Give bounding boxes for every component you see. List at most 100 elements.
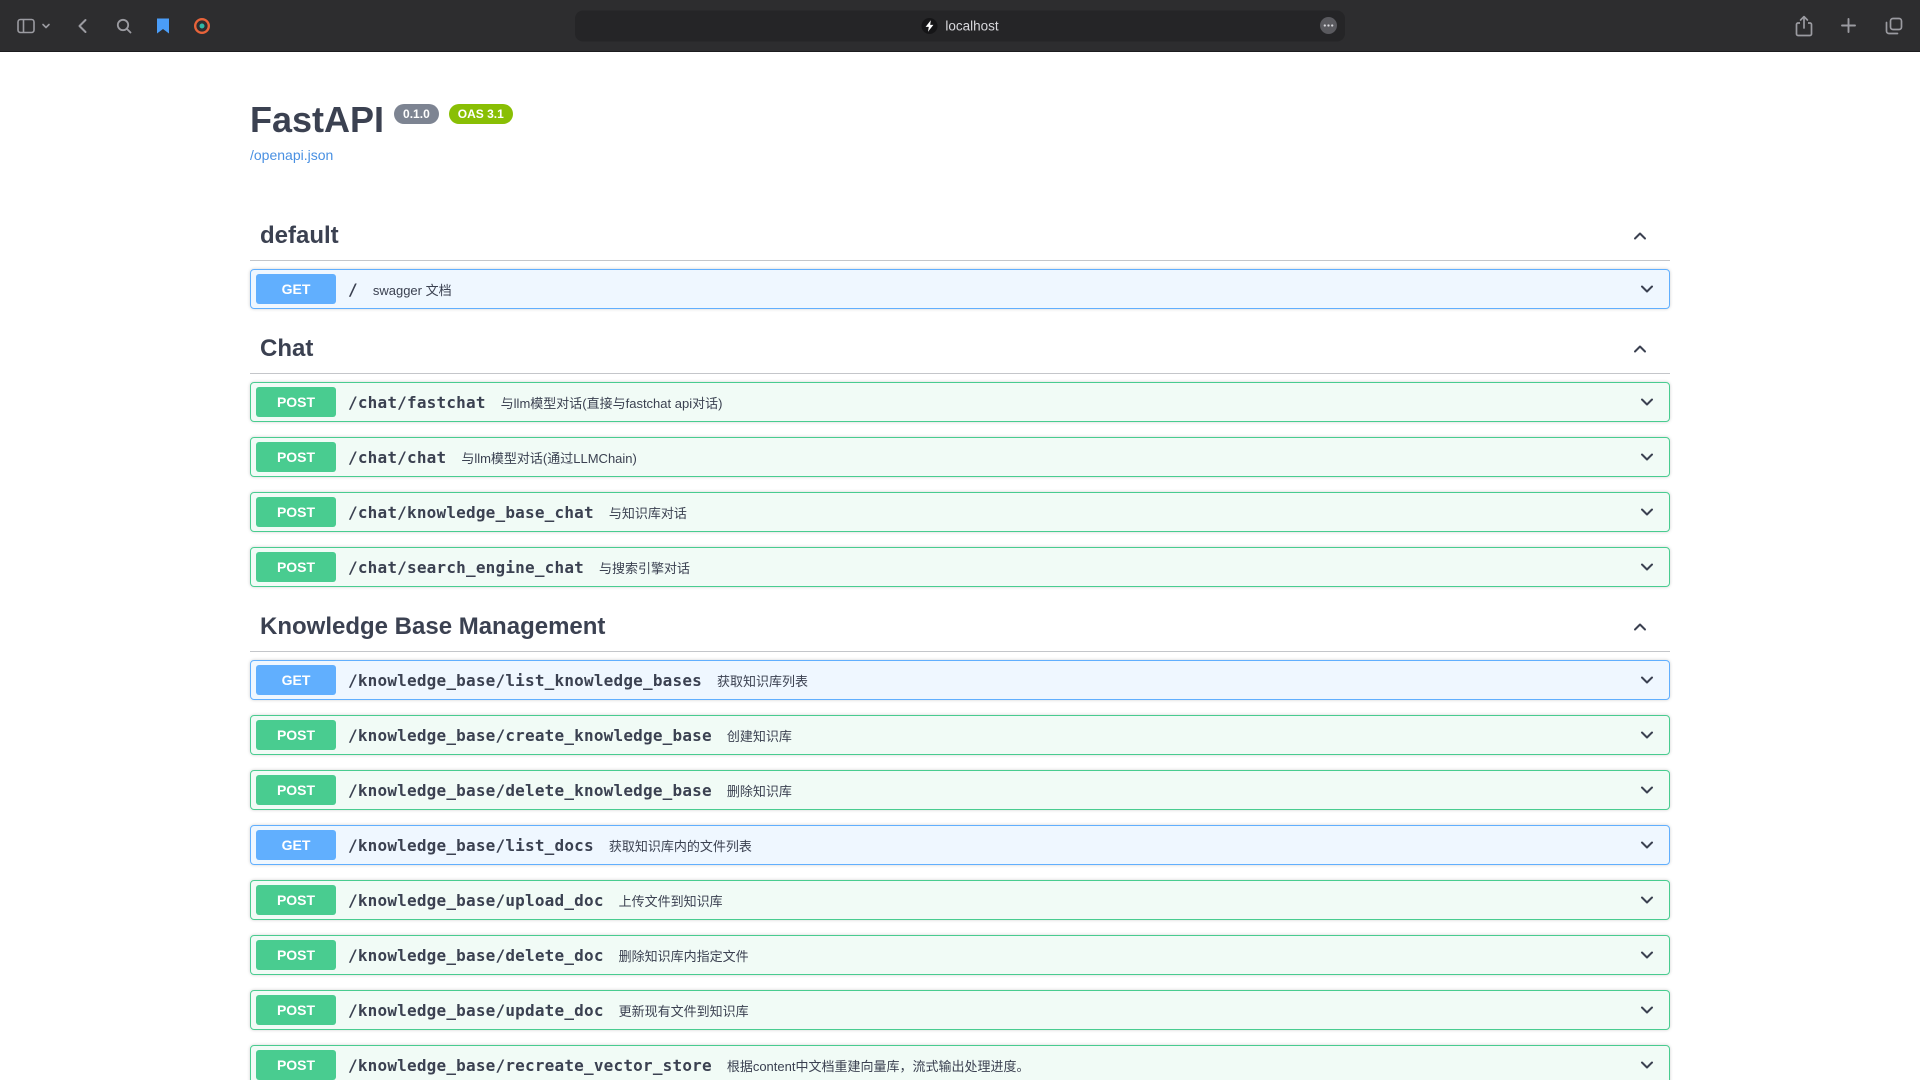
- operation-row[interactable]: POST /knowledge_base/create_knowledge_ba…: [250, 715, 1670, 755]
- search-icon: [115, 17, 133, 35]
- method-badge: POST: [256, 552, 336, 582]
- operation-list: POST /chat/fastchat 与llm模型对话(直接与fastchat…: [250, 382, 1670, 587]
- pinned-tab-orange[interactable]: [193, 17, 211, 35]
- expand-chevron-down-icon[interactable]: [1637, 279, 1657, 299]
- new-tab-button[interactable]: [1839, 16, 1858, 35]
- tag-header[interactable]: Knowledge Base Management: [250, 602, 1670, 652]
- api-sections: default GET / swagger 文档 Chat POST /chat…: [250, 211, 1670, 1080]
- operation-description: swagger 文档: [373, 280, 452, 299]
- api-title: FastAPI 0.1.0 OAS 3.1: [250, 98, 1670, 141]
- expand-chevron-down-icon[interactable]: [1637, 835, 1657, 855]
- operation-path: /knowledge_base/list_docs: [348, 836, 594, 855]
- expand-chevron-down-icon[interactable]: [1637, 392, 1657, 412]
- operation-row[interactable]: GET / swagger 文档: [250, 269, 1670, 309]
- operation-description: 创建知识库: [727, 726, 792, 745]
- operation-list: GET /knowledge_base/list_knowledge_bases…: [250, 660, 1670, 1080]
- operation-description: 与llm模型对话(直接与fastchat api对话): [501, 393, 723, 412]
- method-badge: GET: [256, 274, 336, 304]
- operation-description: 与知识库对话: [609, 503, 687, 522]
- operation-path: /knowledge_base/update_doc: [348, 1001, 604, 1020]
- operation-path: /knowledge_base/recreate_vector_store: [348, 1056, 712, 1075]
- search-button[interactable]: [115, 17, 133, 35]
- expand-chevron-down-icon[interactable]: [1637, 780, 1657, 800]
- operation-path: /knowledge_base/upload_doc: [348, 891, 604, 910]
- expand-chevron-down-icon[interactable]: [1637, 670, 1657, 690]
- operation-row[interactable]: GET /knowledge_base/list_docs 获取知识库内的文件列…: [250, 825, 1670, 865]
- tag-name: default: [260, 221, 339, 250]
- collapse-chevron-up-icon[interactable]: [1630, 226, 1650, 246]
- sidebar-menu-button[interactable]: [41, 21, 51, 31]
- swagger-ui-page: FastAPI 0.1.0 OAS 3.1 /openapi.json defa…: [250, 52, 1670, 1080]
- api-info: FastAPI 0.1.0 OAS 3.1 /openapi.json: [250, 98, 1670, 165]
- api-title-text: FastAPI: [250, 98, 384, 141]
- pinned-tab-blue-icon: [155, 17, 171, 35]
- operation-description: 获取知识库内的文件列表: [609, 836, 752, 855]
- expand-chevron-down-icon[interactable]: [1637, 557, 1657, 577]
- operation-description: 根据content中文档重建向量库，流式输出处理进度。: [727, 1056, 1030, 1075]
- page-menu-button[interactable]: [1319, 16, 1338, 35]
- operation-row[interactable]: POST /chat/knowledge_base_chat 与知识库对话: [250, 492, 1670, 532]
- operation-row[interactable]: POST /chat/fastchat 与llm模型对话(直接与fastchat…: [250, 382, 1670, 422]
- operation-row[interactable]: POST /knowledge_base/recreate_vector_sto…: [250, 1045, 1670, 1080]
- operation-path: /chat/search_engine_chat: [348, 558, 584, 577]
- expand-chevron-down-icon[interactable]: [1637, 725, 1657, 745]
- tag-header[interactable]: default: [250, 211, 1670, 261]
- operation-path: /chat/chat: [348, 448, 446, 467]
- expand-chevron-down-icon[interactable]: [1637, 502, 1657, 522]
- operation-row[interactable]: POST /chat/chat 与llm模型对话(通过LLMChain): [250, 437, 1670, 477]
- expand-chevron-down-icon[interactable]: [1637, 447, 1657, 467]
- method-badge: POST: [256, 387, 336, 417]
- oas-badge: OAS 3.1: [449, 104, 513, 124]
- tag-header[interactable]: Chat: [250, 324, 1670, 374]
- tag-name: Chat: [260, 334, 313, 363]
- browser-toolbar: localhost: [0, 0, 1920, 52]
- operation-row[interactable]: GET /knowledge_base/list_knowledge_bases…: [250, 660, 1670, 700]
- operation-path: /chat/knowledge_base_chat: [348, 503, 594, 522]
- chevron-down-icon: [41, 21, 51, 31]
- sidebar-toggle-button[interactable]: [16, 16, 36, 36]
- operation-row[interactable]: POST /knowledge_base/delete_doc 删除知识库内指定…: [250, 935, 1670, 975]
- back-chevron-icon: [73, 16, 93, 36]
- plus-icon: [1839, 16, 1858, 35]
- tag-section: Knowledge Base Management GET /knowledge…: [250, 602, 1670, 1080]
- method-badge: POST: [256, 497, 336, 527]
- expand-chevron-down-icon[interactable]: [1637, 1055, 1657, 1075]
- expand-chevron-down-icon[interactable]: [1637, 1000, 1657, 1020]
- openapi-json-link[interactable]: /openapi.json: [250, 147, 333, 164]
- collapse-chevron-up-icon[interactable]: [1630, 617, 1650, 637]
- fastapi-favicon-icon: [921, 17, 938, 34]
- sidebar-toggle-icon: [16, 16, 36, 36]
- tag-section: default GET / swagger 文档: [250, 211, 1670, 309]
- operation-list: GET / swagger 文档: [250, 269, 1670, 309]
- method-badge: POST: [256, 940, 336, 970]
- page-menu-ellipsis-icon: [1319, 16, 1338, 35]
- tag-name: Knowledge Base Management: [260, 612, 605, 641]
- operation-description: 获取知识库列表: [717, 671, 808, 690]
- back-button[interactable]: [73, 16, 93, 36]
- operation-path: /: [348, 280, 358, 299]
- operation-path: /chat/fastchat: [348, 393, 486, 412]
- share-icon: [1795, 15, 1813, 37]
- operation-row[interactable]: POST /knowledge_base/update_doc 更新现有文件到知…: [250, 990, 1670, 1030]
- tag-section: Chat POST /chat/fastchat 与llm模型对话(直接与fas…: [250, 324, 1670, 587]
- operation-row[interactable]: POST /knowledge_base/delete_knowledge_ba…: [250, 770, 1670, 810]
- pinned-tab-blue[interactable]: [155, 17, 171, 35]
- pinned-tab-orange-icon: [193, 17, 211, 35]
- operation-description: 更新现有文件到知识库: [619, 1001, 749, 1020]
- operation-description: 上传文件到知识库: [619, 891, 723, 910]
- operation-description: 与搜索引擎对话: [599, 558, 690, 577]
- share-button[interactable]: [1795, 15, 1813, 37]
- method-badge: POST: [256, 885, 336, 915]
- expand-chevron-down-icon[interactable]: [1637, 945, 1657, 965]
- operation-description: 删除知识库: [727, 781, 792, 800]
- expand-chevron-down-icon[interactable]: [1637, 890, 1657, 910]
- method-badge: GET: [256, 665, 336, 695]
- address-bar[interactable]: localhost: [575, 10, 1345, 41]
- method-badge: POST: [256, 775, 336, 805]
- operation-row[interactable]: POST /knowledge_base/upload_doc 上传文件到知识库: [250, 880, 1670, 920]
- tab-overview-button[interactable]: [1884, 16, 1904, 36]
- operation-row[interactable]: POST /chat/search_engine_chat 与搜索引擎对话: [250, 547, 1670, 587]
- method-badge: POST: [256, 720, 336, 750]
- method-badge: POST: [256, 1050, 336, 1080]
- collapse-chevron-up-icon[interactable]: [1630, 339, 1650, 359]
